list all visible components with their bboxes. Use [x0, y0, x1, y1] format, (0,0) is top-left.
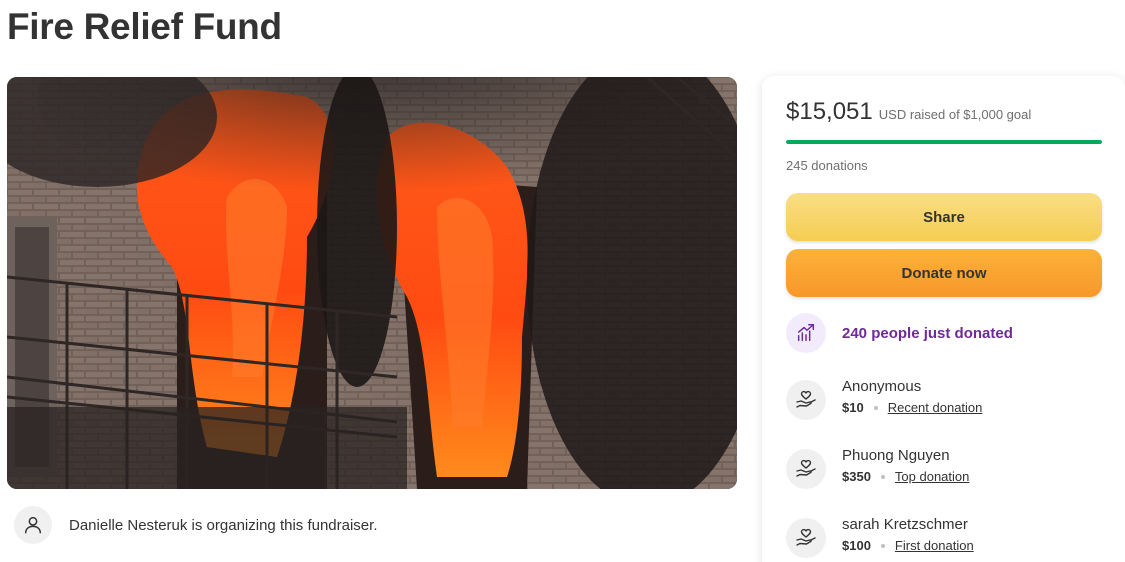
- organizer-info: Danielle Nesteruk is organizing this fun…: [14, 506, 378, 544]
- donate-button[interactable]: Donate now: [786, 249, 1102, 297]
- donor-name: Phuong Nguyen: [842, 447, 950, 464]
- donor-amount: $10: [842, 400, 864, 415]
- donor-name: sarah Kretzschmer: [842, 516, 968, 533]
- donor-amount: $100: [842, 538, 871, 553]
- progress-bar: [786, 140, 1102, 144]
- donor-tag-link[interactable]: Recent donation: [888, 400, 983, 415]
- page-title: Fire Relief Fund: [7, 6, 282, 47]
- progress-fill: [786, 140, 1102, 144]
- separator-dot: [880, 474, 885, 479]
- donor-item: Anonymous $10 Recent donation: [786, 378, 982, 420]
- heart-hand-icon: [786, 518, 826, 558]
- recent-donations-trend[interactable]: 240 people just donated: [786, 313, 1013, 353]
- person-icon: [14, 506, 52, 544]
- donation-count: 245 donations: [786, 158, 868, 173]
- raised-summary: $15,051 USD raised of $1,000 goal: [786, 98, 1031, 126]
- separator-dot: [880, 543, 885, 548]
- heart-hand-icon: [786, 449, 826, 489]
- trending-up-icon: [786, 313, 826, 353]
- share-button[interactable]: Share: [786, 193, 1102, 241]
- raised-goal: USD raised of $1,000 goal: [878, 107, 1032, 122]
- donor-item: Phuong Nguyen $350 Top donation: [786, 447, 969, 489]
- building-fire-photo: [7, 77, 737, 489]
- heart-hand-icon: [786, 380, 826, 420]
- donation-panel: $15,051 USD raised of $1,000 goal 245 do…: [762, 76, 1125, 562]
- trend-text: 240 people just donated: [842, 324, 1013, 342]
- hero-image[interactable]: [7, 77, 737, 489]
- donor-amount: $350: [842, 469, 871, 484]
- raised-amount: $15,051: [786, 98, 873, 125]
- separator-dot: [873, 405, 878, 410]
- donor-tag-link[interactable]: First donation: [895, 538, 974, 553]
- donor-tag-link[interactable]: Top donation: [895, 469, 969, 484]
- organizer-text: Danielle Nesteruk is organizing this fun…: [69, 516, 378, 534]
- donor-item: sarah Kretzschmer $100 First donation: [786, 516, 974, 558]
- donor-name: Anonymous: [842, 378, 922, 395]
